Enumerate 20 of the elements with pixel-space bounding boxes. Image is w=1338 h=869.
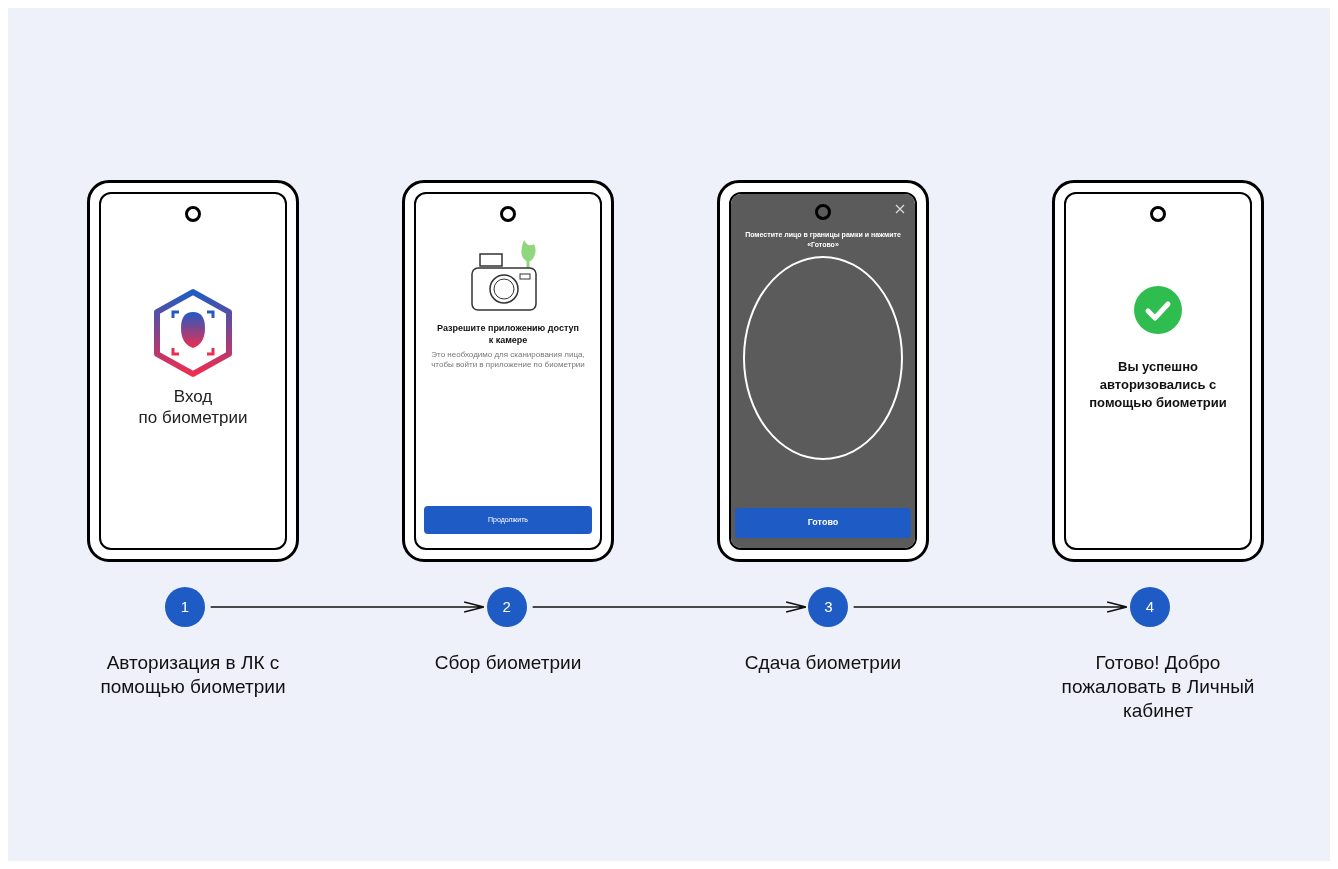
login-title: Вход по биометрии [138, 386, 248, 428]
close-icon[interactable] [895, 204, 905, 214]
step-caption: Сбор биометрии [433, 651, 583, 675]
step-caption: Готово! Добро пожаловать в Личный кабинет [1060, 651, 1256, 723]
step-number: 4 [1130, 587, 1170, 627]
permission-description: Это необходимо для сканирования лица, чтобы войти в приложение по биометрии [430, 350, 586, 370]
step-number: 3 [808, 587, 849, 627]
step-caption: Авторизация в ЛК с помощью биометрии [99, 651, 287, 699]
camera-hole-icon [815, 204, 831, 220]
camera-hole-icon [185, 206, 201, 222]
step-number: 2 [486, 587, 527, 627]
step-caption: Сдача биометрии [743, 651, 903, 675]
camera-hole-icon [1150, 206, 1166, 222]
permission-title: Разрешите приложению доступ к камере [436, 322, 580, 346]
face-scan-logo-icon [151, 288, 235, 378]
check-circle-icon [1134, 286, 1182, 334]
camera-hole-icon [500, 206, 516, 222]
step-number: 1 [165, 587, 205, 627]
success-message: Вы успешно авторизовались с помощью биометрии [1088, 358, 1228, 412]
done-button[interactable]: Готово [735, 508, 911, 538]
